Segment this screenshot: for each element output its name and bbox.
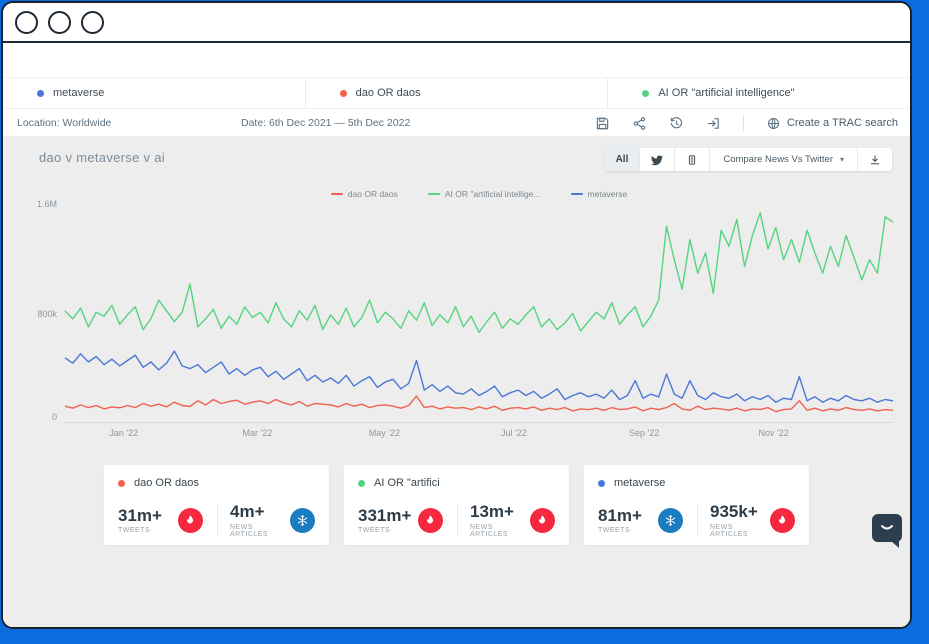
share-icon[interactable] [632, 116, 647, 131]
download-icon [870, 154, 880, 164]
tweets-stat: 81m+ TWEETS [598, 503, 687, 538]
stat-label: TWEETS [358, 527, 391, 535]
search-term-label: metaverse [53, 87, 105, 99]
legend-dash-icon [330, 193, 343, 195]
legend-item-metaverse[interactable]: metaverse [570, 189, 627, 199]
fire-icon [178, 507, 203, 533]
news-stat: 4m+ NEWS ARTICLES [217, 502, 319, 538]
news-stat: 935k+ NEWS ARTICLES [697, 502, 799, 538]
x-axis-tick: Jul '22 [500, 428, 527, 438]
dao-dot-icon [118, 479, 125, 487]
x-axis-line [64, 422, 894, 423]
compare-dropdown[interactable]: Compare News Vs Twitter ▾ [709, 148, 857, 171]
x-axis-tick: Sep '22 [629, 428, 660, 438]
fire-icon [770, 507, 795, 533]
chevron-down-icon: ▾ [839, 155, 844, 164]
series-dao-line [64, 395, 894, 413]
card-term-label: AI OR "artifici [374, 477, 440, 489]
legend-dash-icon [427, 193, 440, 195]
search-term-label: AI OR "artificial intelligence" [658, 87, 795, 99]
x-axis-tick: Mar '22 [242, 428, 273, 438]
window-control-maximize[interactable] [81, 10, 104, 34]
filters-toolbar: Location: Worldwide Date: 6th Dec 2021 —… [3, 110, 910, 136]
snowflake-icon [658, 507, 683, 533]
y-axis-tick: 800k [37, 309, 57, 319]
y-axis-tick: 0 [51, 412, 57, 422]
window-titlebar [3, 3, 910, 43]
filter-news-button[interactable] [674, 148, 709, 171]
metaverse-dot-icon [598, 479, 605, 487]
app-window: metaverse dao OR daos AI OR "artificial … [1, 1, 912, 629]
twitter-icon [651, 154, 664, 165]
location-filter[interactable]: Location: Worldwide [3, 117, 111, 129]
download-button[interactable] [857, 148, 892, 171]
window-control-close[interactable] [15, 10, 38, 34]
stat-value: 4m+ [230, 502, 265, 521]
ai-dot-icon [642, 89, 650, 97]
search-term-ai[interactable]: AI OR "artificial intelligence" [607, 78, 910, 108]
news-icon [689, 154, 696, 165]
x-axis-tick: Jan '22 [109, 428, 139, 438]
stat-card-dao: dao OR daos 31m+ TWEETS 4m+ NEWS ARTICLE… [104, 465, 329, 545]
legend-item-ai[interactable]: AI OR "artificial intellige... [427, 189, 541, 199]
series-metaverse-line [64, 350, 894, 403]
search-term-dao[interactable]: dao OR daos [304, 78, 608, 108]
toolbar-divider [742, 115, 744, 131]
legend-item-dao[interactable]: dao OR daos [330, 189, 398, 199]
card-term-label: dao OR daos [134, 477, 199, 489]
filter-all-button[interactable]: All [604, 148, 640, 171]
stat-label: NEWS ARTICLES [470, 523, 509, 538]
stat-value: 935k+ [710, 502, 758, 521]
filter-twitter-button[interactable] [639, 148, 674, 171]
stat-value: 31m+ [118, 505, 162, 525]
fire-icon [418, 507, 443, 533]
search-terms-row: metaverse dao OR daos AI OR "artificial … [3, 77, 910, 109]
create-trac-search-button[interactable]: Create a TRAC search [766, 116, 898, 131]
tweets-stat: 31m+ TWEETS [118, 503, 207, 538]
x-axis-ticks: Jan '22 Mar '22 May '22 Jul '22 Sep '22 … [64, 428, 894, 440]
stat-card-ai: AI OR "artifici 331m+ TWEETS 13m+ NEWS A… [344, 465, 569, 545]
x-axis-tick: Nov '22 [758, 428, 789, 438]
stat-value: 81m+ [598, 505, 642, 525]
chart-panel: dao v metaverse v ai All Compare News Vs… [3, 136, 910, 627]
date-filter[interactable]: Date: 6th Dec 2021 — 5th Dec 2022 [241, 117, 410, 129]
stat-label: TWEETS [598, 527, 631, 535]
search-term-label: dao OR daos [355, 87, 421, 99]
stat-label: NEWS ARTICLES [230, 523, 269, 538]
chat-bubble-icon [881, 525, 893, 530]
save-icon[interactable] [595, 116, 610, 131]
export-icon[interactable] [706, 116, 721, 131]
dao-dot-icon [339, 89, 347, 97]
legend-dash-icon [570, 193, 583, 195]
snowflake-icon [290, 507, 315, 533]
window-control-minimize[interactable] [48, 10, 71, 34]
card-term-label: metaverse [614, 477, 666, 489]
history-icon[interactable] [669, 116, 684, 131]
metaverse-dot-icon [37, 89, 44, 97]
stat-label: TWEETS [118, 527, 151, 535]
fire-icon [530, 507, 555, 533]
chat-launcher-button[interactable] [872, 514, 902, 548]
x-axis-tick: May '22 [368, 428, 400, 438]
ai-dot-icon [358, 479, 365, 487]
tweets-stat: 331m+ TWEETS [358, 503, 447, 538]
chart-title: dao v metaverse v ai [39, 150, 165, 165]
globe-icon [767, 117, 779, 129]
chart-controls: All Compare News Vs Twitter ▾ [604, 148, 892, 171]
search-term-metaverse[interactable]: metaverse [3, 78, 305, 108]
news-stat: 13m+ NEWS ARTICLES [457, 502, 559, 538]
stat-value: 13m+ [470, 502, 514, 521]
trend-line-chart[interactable] [64, 199, 894, 424]
series-ai-line [64, 211, 894, 334]
stat-card-metaverse: metaverse 81m+ TWEETS 935k+ NEWS ARTICLE… [584, 465, 809, 545]
stat-label: NEWS ARTICLES [710, 523, 749, 538]
stat-value: 331m+ [358, 505, 412, 525]
y-axis-tick: 1.6M [36, 199, 57, 209]
chart-legend: dao OR daos AI OR "artificial intellige.… [64, 189, 894, 199]
stat-cards-row: dao OR daos 31m+ TWEETS 4m+ NEWS ARTICLE… [104, 465, 809, 545]
